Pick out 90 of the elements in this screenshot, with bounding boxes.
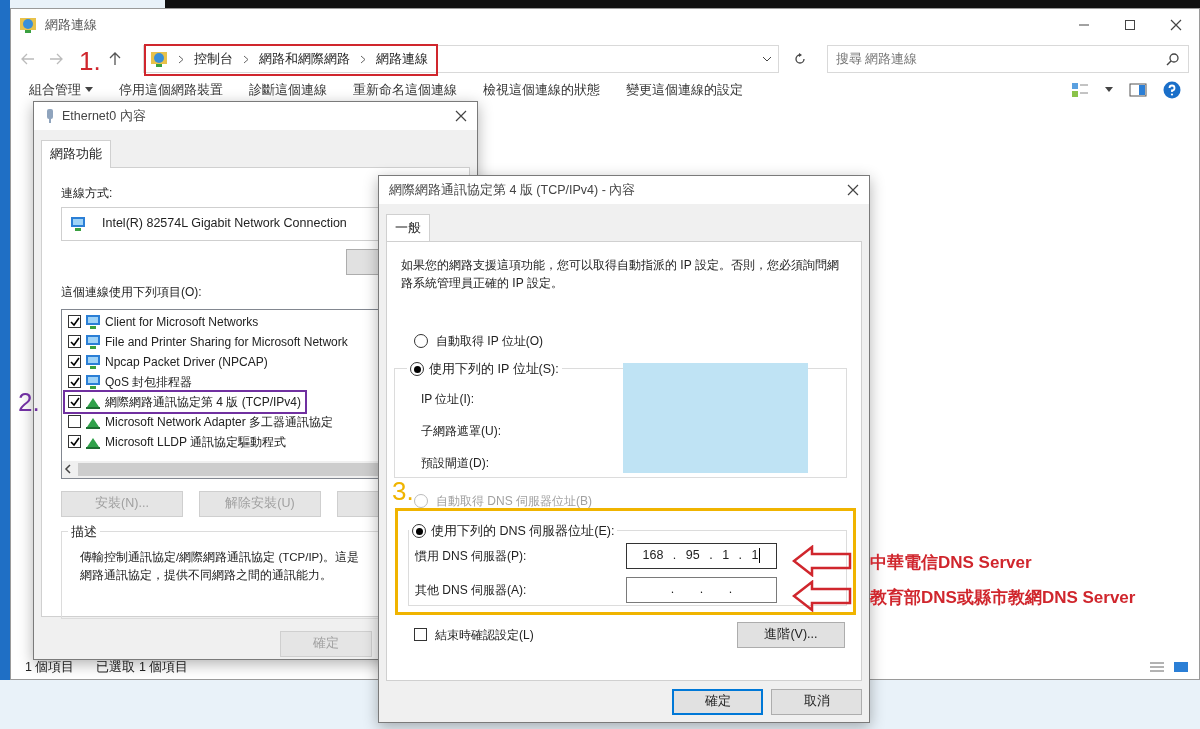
- list-item[interactable]: Npcap Packet Driver (NPCAP): [105, 352, 268, 371]
- network-icon: [85, 313, 101, 330]
- network-folder-icon: [150, 50, 168, 68]
- network-icon: [85, 373, 101, 390]
- tab[interactable]: 網路功能: [41, 140, 111, 168]
- radio-button[interactable]: [414, 333, 428, 348]
- ip-address-field[interactable]: 168 . 95 . 1 . 1: [626, 542, 777, 569]
- dialog-title: Ethernet0 內容: [62, 107, 146, 125]
- field-label: 慣用 DNS 伺服器(P):: [415, 547, 528, 565]
- step-number: 3.: [392, 477, 414, 504]
- status-text: 已選取 1 個項目: [96, 658, 189, 676]
- radio-button[interactable]: [412, 524, 426, 539]
- arrow-icon: [792, 580, 852, 612]
- network-icon: [85, 333, 101, 350]
- address-bar[interactable]: 控制台 網路和網際網路 網路連線: [143, 45, 779, 73]
- chevron-icon: [178, 54, 184, 64]
- network-icon: [85, 353, 101, 370]
- close-icon[interactable]: [1170, 19, 1182, 31]
- group-title: 描述: [71, 523, 97, 541]
- arrow-icon: [792, 545, 852, 577]
- list-item[interactable]: File and Printer Sharing for Microsoft Network: [105, 332, 348, 351]
- caret-icon: [85, 87, 93, 93]
- chevron-icon: [360, 54, 366, 64]
- tiles-view-icon[interactable]: [1173, 661, 1189, 673]
- field-label: IP 位址(I):: [421, 390, 475, 408]
- toolbar-button[interactable]: 組合管理: [29, 82, 93, 98]
- scroll-left-icon[interactable]: [62, 463, 74, 476]
- adapter-icon: [44, 108, 56, 124]
- adapter-field: Intel(R) 82574L Gigabit Network Connection: [61, 206, 379, 241]
- breadcrumb-item[interactable]: 網路和網際網路: [259, 49, 350, 69]
- tab[interactable]: 一般: [386, 214, 430, 242]
- radio-button[interactable]: [410, 362, 424, 377]
- dialog-button[interactable]: 確定: [672, 688, 763, 715]
- list-item[interactable]: Microsoft Network Adapter 多工器通訊協定: [105, 412, 334, 431]
- chevron-icon: [243, 54, 249, 64]
- radio-label[interactable]: 自動取得 IP 位址(O): [436, 331, 544, 350]
- breadcrumb-item[interactable]: 控制台: [194, 49, 233, 69]
- checkbox[interactable]: [68, 335, 81, 349]
- toolbar-button[interactable]: 重新命名這個連線: [353, 82, 457, 98]
- scrollbar[interactable]: [62, 460, 379, 478]
- checkbox-label[interactable]: 結束時確認設定(L): [435, 625, 534, 644]
- list-item[interactable]: QoS 封包排程器: [105, 372, 193, 391]
- network-folder-icon: [19, 16, 37, 34]
- search-icon[interactable]: [1166, 52, 1180, 66]
- dropdown-icon[interactable]: [762, 55, 772, 63]
- annotation-text: 教育部DNS或縣市教網DNS Server: [870, 587, 1136, 609]
- field-label: 連線方式:: [61, 184, 113, 202]
- network-icon: [70, 215, 86, 232]
- list-item[interactable]: Client for Microsoft Networks: [105, 312, 259, 331]
- checkbox[interactable]: [414, 628, 427, 642]
- close-icon[interactable]: [847, 184, 859, 196]
- preview-pane-icon[interactable]: [1129, 83, 1147, 97]
- list-item[interactable]: Microsoft LLDP 通訊協定驅動程式: [105, 432, 287, 451]
- description-text: 傳輸控制通訊協定/網際網路通訊協定 (TCP/IP)。這是 網路通訊協定，提供不同網路之間的通訊能力。: [80, 549, 360, 583]
- annotation-text: 中華電信DNS Server: [870, 552, 1032, 574]
- list-item[interactable]: 網際網路通訊協定第 4 版 (TCP/IPv4): [105, 392, 301, 411]
- properties-button[interactable]: [337, 490, 379, 517]
- toolbar-button[interactable]: 診斷這個連線: [249, 82, 327, 98]
- refresh-icon[interactable]: [793, 52, 807, 66]
- toolbar-button[interactable]: 檢視這個連線的狀態: [483, 82, 600, 98]
- window-title: 網路連線: [45, 16, 97, 35]
- step-number: 1.: [79, 47, 101, 74]
- field-label: 這個連線使用下列項目(O):: [61, 283, 202, 301]
- checkbox[interactable]: [68, 435, 81, 449]
- settings-button[interactable]: [346, 248, 379, 275]
- breadcrumb-item[interactable]: 網路連線: [376, 49, 428, 69]
- caret-icon[interactable]: [1105, 87, 1113, 93]
- radio-label[interactable]: 使用下列的 IP 位址(S):: [429, 359, 559, 379]
- field-label: 子網路遮罩(U):: [421, 422, 501, 440]
- intro-text: 如果您的網路支援這項功能，您可以取得自動指派的 IP 設定。否則，您必須詢問網路系統管理員正確的 IP 設定。: [401, 256, 840, 292]
- dialog-button[interactable]: 取消: [771, 688, 862, 715]
- field-label: 其他 DNS 伺服器(A):: [415, 581, 528, 599]
- up-arrow-icon[interactable]: [109, 52, 121, 66]
- help-icon[interactable]: [1163, 81, 1181, 99]
- checkbox[interactable]: [68, 375, 81, 389]
- ip-address-field[interactable]: . . .: [626, 576, 777, 603]
- view-options-icon[interactable]: [1071, 82, 1089, 98]
- advanced-button[interactable]: 進階(V)...: [737, 621, 845, 648]
- status-text: 1 個項目: [25, 658, 75, 676]
- checkbox[interactable]: [68, 355, 81, 369]
- checkbox[interactable]: [68, 395, 81, 409]
- checkbox[interactable]: [68, 315, 81, 329]
- toolbar-button[interactable]: 變更這個連線的設定: [626, 82, 743, 98]
- maximize-icon[interactable]: [1124, 19, 1136, 31]
- checkbox[interactable]: [68, 415, 81, 429]
- search-field[interactable]: 搜尋 網路連線: [827, 45, 1189, 73]
- dialog-title: 網際網路通訊協定第 4 版 (TCP/IPv4) - 內容: [389, 181, 636, 199]
- field-label: 預設閘道(D):: [421, 454, 489, 472]
- toolbar-button[interactable]: 停用這個網路裝置: [119, 82, 223, 98]
- close-icon[interactable]: [455, 110, 467, 122]
